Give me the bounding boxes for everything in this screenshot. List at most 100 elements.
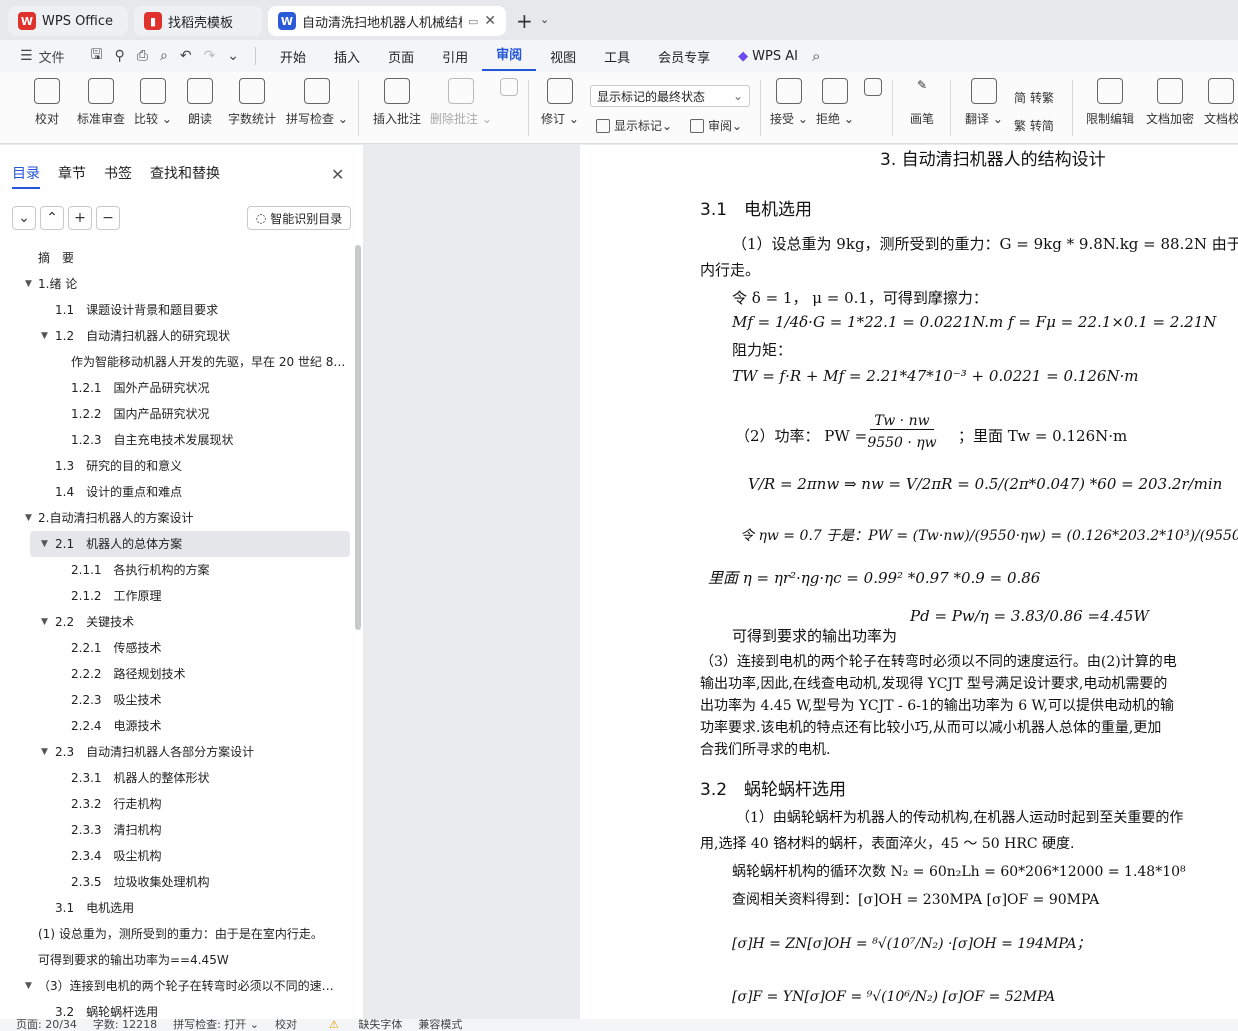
- toc-item[interactable]: ▼ 1.绪 论: [0, 271, 352, 297]
- menu-tools[interactable]: 工具: [590, 47, 644, 66]
- monitor-icon[interactable]: ▭: [468, 15, 478, 28]
- toc-item[interactable]: (1) 设总重为，测所受到的重力：由于是在室内行走。: [0, 921, 352, 947]
- toc-item[interactable]: 1.1 课题设计背景和题目要求: [0, 297, 352, 323]
- close-pane-icon[interactable]: ✕: [331, 165, 344, 184]
- accept-button[interactable]: 接受 ⌄: [770, 78, 808, 127]
- word-count[interactable]: 字数: 12218: [93, 1019, 157, 1031]
- toc-item[interactable]: 1.2.3 自主充电技术发展现状: [0, 427, 352, 453]
- toc-item[interactable]: ▼ 1.2 自动清扫机器人的研究现状: [0, 323, 352, 349]
- toc-item[interactable]: ▼ （3）连接到电机的两个轮子在转弯时必须以不同的速…: [0, 973, 352, 999]
- document-canvas[interactable]: 3. 自动清扫机器人的结构设计 3.1 电机选用 （1）设总重为 9kg，测所受…: [363, 145, 1238, 1019]
- collapse-all-button[interactable]: ⌄: [12, 206, 36, 230]
- missing-font-status[interactable]: ⚠ 缺失字体: [313, 1019, 402, 1031]
- menu-review[interactable]: 审阅: [482, 41, 537, 71]
- file-menu[interactable]: ☰ 文件: [14, 47, 71, 66]
- expand-arrow-icon[interactable]: ▼: [25, 505, 32, 531]
- toc-item[interactable]: 2.3.2 行走机构: [0, 791, 352, 817]
- undo-icon[interactable]: ↶: [180, 48, 192, 64]
- save-icon[interactable]: 🖫: [91, 44, 103, 68]
- remove-heading-button[interactable]: −: [96, 206, 120, 230]
- tab-document[interactable]: W 自动清洗扫地机器人机械结构 ▭ ✕: [268, 6, 506, 36]
- wps-ai-button[interactable]: ◆ WPS AI: [724, 49, 812, 64]
- toc-item[interactable]: ▼ 2.3 自动清扫机器人各部分方案设计: [0, 739, 352, 765]
- print-icon[interactable]: ⎙: [137, 48, 148, 64]
- toc-item[interactable]: 2.1.2 工作原理: [0, 583, 352, 609]
- delete-comment-button[interactable]: 删除批注 ⌄: [430, 78, 492, 127]
- menu-references[interactable]: 引用: [428, 47, 482, 66]
- compare-button[interactable]: 比较 ⌄: [134, 78, 172, 127]
- tab-wps-office[interactable]: W WPS Office: [8, 6, 128, 36]
- toc-item[interactable]: 1.3 研究的目的和意义: [0, 453, 352, 479]
- scrollbar[interactable]: [355, 245, 361, 630]
- menu-view[interactable]: 视图: [536, 47, 590, 66]
- expand-arrow-icon[interactable]: ▼: [25, 271, 32, 297]
- insert-comment-button[interactable]: 插入批注: [370, 78, 424, 127]
- markup-state-select[interactable]: 显示标记的最终状态 ⌄: [590, 85, 750, 107]
- track-changes-button[interactable]: 修订 ⌄: [540, 78, 580, 127]
- toc-item[interactable]: 2.2.2 路径规划技术: [0, 661, 352, 687]
- redo-icon[interactable]: ↷: [204, 48, 216, 64]
- to-simplified-button[interactable]: 繁 转简: [1014, 117, 1054, 134]
- toc-item[interactable]: 2.2.3 吸尘技术: [0, 687, 352, 713]
- menu-home[interactable]: 开始: [266, 47, 320, 66]
- toc-item[interactable]: ▼ 2.自动清扫机器人的方案设计: [0, 505, 352, 531]
- tab-chapters[interactable]: 章节: [58, 163, 86, 189]
- pen-button[interactable]: ✎ 画笔: [904, 78, 940, 127]
- toc-item[interactable]: 可得到要求的输出功率为==4.45W: [0, 947, 352, 973]
- document-page[interactable]: 3. 自动清扫机器人的结构设计 3.1 电机选用 （1）设总重为 9kg，测所受…: [580, 145, 1238, 1019]
- tab-find-replace[interactable]: 查找和替换: [150, 163, 220, 189]
- toc-item[interactable]: 3.1 电机选用: [0, 895, 352, 921]
- expand-arrow-icon[interactable]: ▼: [41, 609, 48, 635]
- to-traditional-button[interactable]: 简转繁: [1014, 89, 1054, 106]
- spell-check-status[interactable]: 拼写检查: 打开 ⌄: [173, 1019, 259, 1031]
- expand-arrow-icon[interactable]: ▼: [41, 323, 48, 349]
- expand-arrow-icon[interactable]: ▼: [41, 531, 48, 557]
- review-pane-button[interactable]: 审阅 ⌄: [690, 117, 742, 134]
- expand-arrow-icon[interactable]: ▼: [41, 739, 48, 765]
- add-heading-button[interactable]: +: [68, 206, 92, 230]
- toc-item[interactable]: 2.3.3 清扫机构: [0, 817, 352, 843]
- more-icon[interactable]: ⌄: [227, 48, 239, 64]
- restrict-edit-button[interactable]: 限制编辑: [1084, 78, 1136, 127]
- search-icon[interactable]: ⌕: [812, 47, 820, 65]
- doc-encrypt-button[interactable]: 文档加密: [1144, 78, 1196, 127]
- menu-insert[interactable]: 插入: [320, 47, 374, 66]
- prev-comment-button[interactable]: [498, 78, 520, 102]
- expand-arrow-icon[interactable]: ▼: [25, 973, 32, 999]
- print-preview-icon[interactable]: ⌕: [160, 48, 168, 64]
- share-icon[interactable]: ⚲: [115, 48, 125, 64]
- doc-proof-button[interactable]: 文档校: [1204, 78, 1238, 127]
- word-count-button[interactable]: 字数统计: [226, 78, 278, 127]
- toc-item[interactable]: 2.3.4 吸尘机构: [0, 843, 352, 869]
- menu-page[interactable]: 页面: [374, 47, 428, 66]
- translate-button[interactable]: 翻译 ⌄: [964, 78, 1004, 127]
- toc-item[interactable]: 2.2.1 传感技术: [0, 635, 352, 661]
- toc-item[interactable]: 2.3.5 垃圾收集处理机构: [0, 869, 352, 895]
- page-count[interactable]: 页面: 20/34: [16, 1019, 77, 1031]
- toc-item[interactable]: 2.2.4 电源技术: [0, 713, 352, 739]
- toc-item[interactable]: 1.2.1 国外产品研究状况: [0, 375, 352, 401]
- toc-item[interactable]: ▼ 2.2 关键技术: [0, 609, 352, 635]
- prev-change-button[interactable]: [862, 78, 884, 102]
- proof-status[interactable]: 校对: [275, 1019, 297, 1031]
- standard-review-button[interactable]: 标准审查: [74, 78, 128, 127]
- reject-button[interactable]: 拒绝 ⌄: [816, 78, 854, 127]
- toc-item[interactable]: ▼ 2.1 机器人的总体方案: [30, 531, 350, 557]
- toc-item[interactable]: 作为智能移动机器人开发的先驱，早在 20 世纪 8…: [0, 349, 352, 375]
- toc-item[interactable]: 1.4 设计的重点和难点: [0, 479, 352, 505]
- close-tab-icon[interactable]: ✕: [484, 13, 496, 29]
- spell-check-button[interactable]: 拼写检查 ⌄: [286, 78, 348, 127]
- toc-item[interactable]: 摘 要: [0, 245, 352, 271]
- display-markup-button[interactable]: 显示标记 ⌄: [596, 117, 672, 134]
- chevron-down-icon[interactable]: ⌄: [540, 13, 549, 26]
- compat-mode-status[interactable]: 兼容模式: [418, 1019, 462, 1031]
- tab-bookmarks[interactable]: 书签: [104, 163, 132, 189]
- expand-up-button[interactable]: ⌃: [40, 206, 64, 230]
- toc-item[interactable]: 1.2.2 国内产品研究状况: [0, 401, 352, 427]
- toc-item[interactable]: 2.1.1 各执行机构的方案: [0, 557, 352, 583]
- tab-toc[interactable]: 目录: [12, 163, 40, 189]
- tab-docer[interactable]: ▮ 找稻壳模板: [134, 6, 262, 36]
- read-aloud-button[interactable]: 朗读: [184, 78, 216, 127]
- smart-toc-button[interactable]: ◌ 智能识别目录: [247, 206, 351, 230]
- toc-item[interactable]: 2.3.1 机器人的整体形状: [0, 765, 352, 791]
